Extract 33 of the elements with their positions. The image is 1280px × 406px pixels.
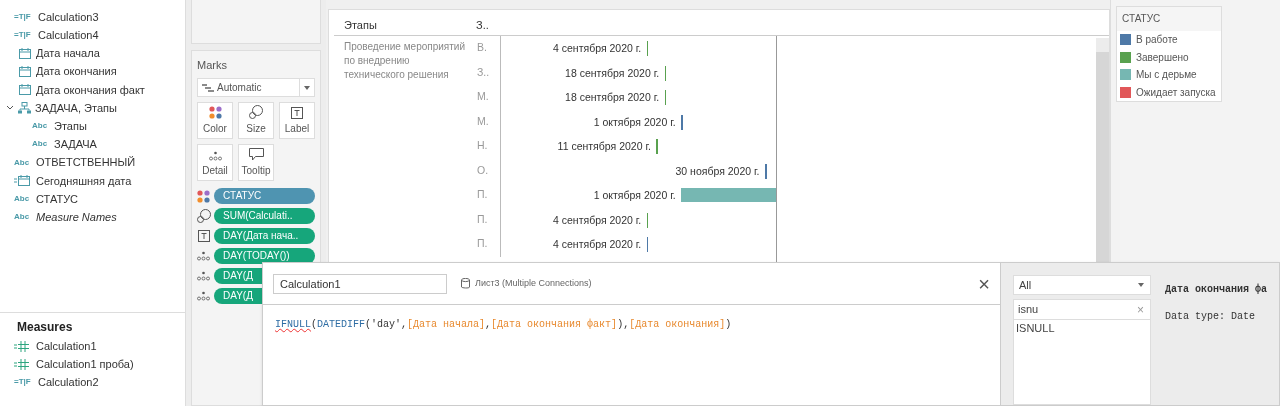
string-type-icon: Abc [32, 120, 54, 133]
row-header: М. [476, 89, 490, 105]
boolean-type-icon: =T|F [14, 29, 38, 42]
row-header: П. [476, 187, 489, 203]
help-text: Data type: Date [1165, 310, 1256, 324]
data-source-label: Лист3 (Multiple Connections) [475, 276, 592, 290]
date-label: 18 сентября 2020 г. [565, 65, 660, 81]
date-label: 1 октября 2020 г. [593, 188, 676, 203]
legend-title: СТАТУС [1117, 7, 1221, 31]
string-type-icon: Abc [14, 192, 36, 205]
string-type-icon: Abc [14, 156, 36, 169]
row-header: Н. [476, 138, 489, 154]
string-type-icon: Abc [32, 138, 54, 151]
row-header: Проведение мероприятий по внедрению технического решения [344, 40, 466, 82]
row-header: О. [476, 162, 490, 178]
boolean-type-icon: =T|F [14, 376, 38, 389]
card-title: Marks [197, 58, 228, 73]
row-header: П. [476, 211, 489, 227]
date-label: 4 сентября 2020 г. [553, 237, 642, 252]
date-label: 30 ноября 2020 г. [675, 163, 760, 179]
date-label: 11 сентября 2020 г. [557, 139, 651, 154]
date-label: 18 сентября 2020 г. [565, 90, 660, 105]
row-header: М. [476, 113, 490, 129]
date-label: 4 сентября 2020 г. [553, 41, 642, 56]
string-type-icon: Abc [14, 211, 36, 224]
section-title: Measures [16, 319, 74, 336]
help-title: Дата окончания фа [1165, 282, 1268, 297]
row-header: З.. [476, 64, 491, 80]
date-label: 4 сентября 2020 г. [553, 212, 642, 228]
row-header: П. [476, 236, 489, 252]
row-header: В. [476, 40, 488, 56]
boolean-type-icon: =T|F [14, 11, 38, 24]
date-label: 1 октября 2020 г. [593, 114, 676, 130]
